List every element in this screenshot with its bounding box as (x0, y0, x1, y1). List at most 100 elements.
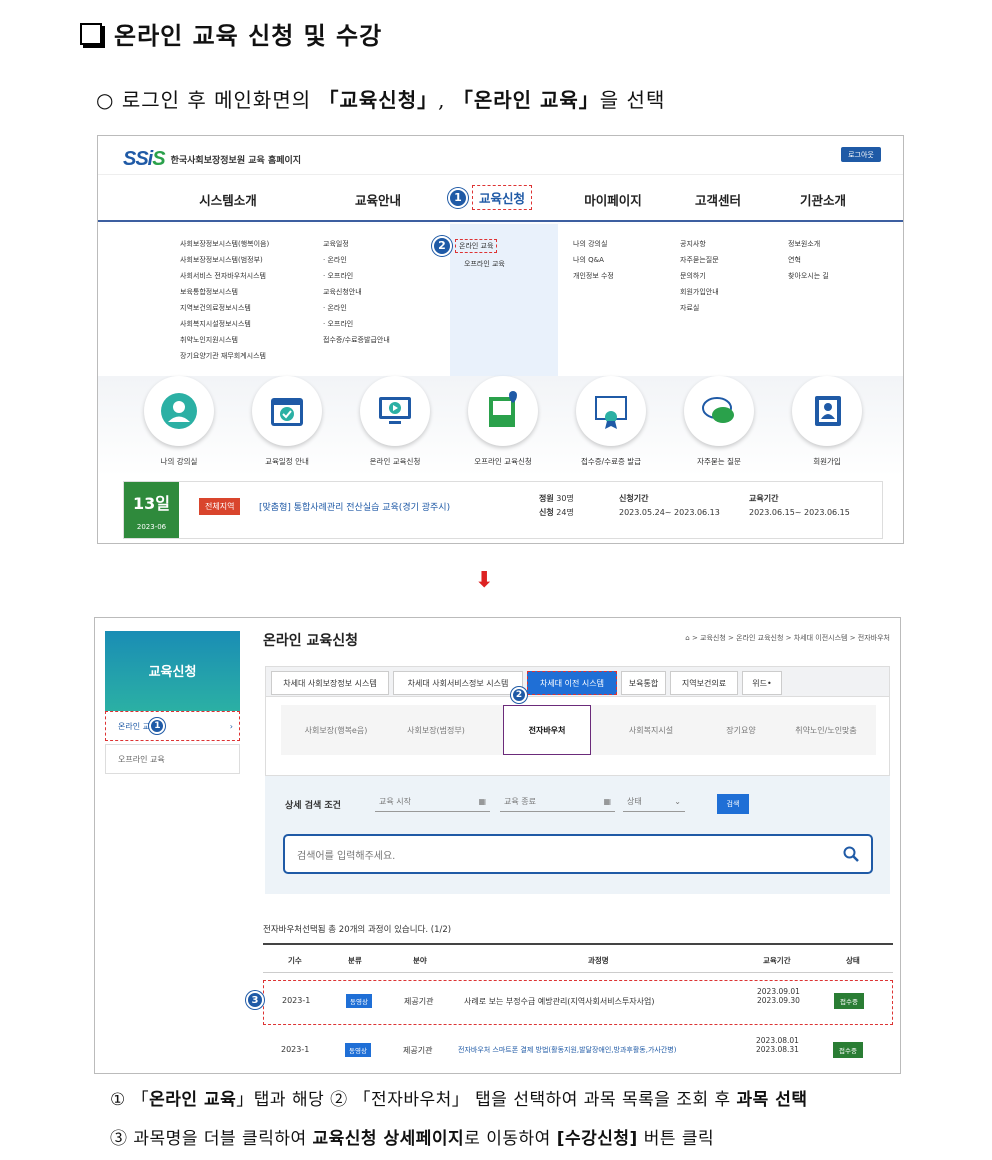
sidebar-title: 교육신청 (105, 631, 240, 711)
menu-item[interactable]: 접수증/수료증발급안내 (323, 332, 390, 348)
quick-offline-apply[interactable]: 오프라인 교육신청 (464, 376, 542, 467)
quick-my-classroom[interactable]: 나의 강의실 (140, 376, 218, 467)
chevron-right-icon: › (229, 721, 233, 731)
step-1-badge: 1 (149, 718, 166, 734)
nav-edu-apply[interactable]: 1 교육신청 (448, 185, 568, 210)
notebook-user-icon (815, 396, 841, 426)
down-arrow-icon: ⬇ (475, 568, 494, 593)
document-title: 온라인 교육 신청 및 수강 (80, 16, 382, 51)
course-title-link[interactable]: [맞춤형] 통합사례관리 전산실습 교육(경기 광주시) (259, 500, 450, 513)
step-3-badge: 3 (246, 991, 264, 1009)
circle-bullet-icon: ○ (96, 88, 122, 112)
menu-item[interactable]: 나의 강의실 (573, 236, 614, 252)
search-button[interactable]: 검색 (717, 794, 749, 814)
table-row[interactable]: 2023-1 동영상 제공기관 전자바우처 스마트폰 결제 방법(활동지원,발달… (263, 1030, 893, 1073)
step-2-badge: 2 (511, 687, 527, 703)
schedule-card[interactable]: 13일 2023-06 전체지역 [맞춤형] 통합사례관리 전산실습 교육(경기 … (123, 481, 883, 539)
book-heart-icon (489, 391, 517, 427)
menu-item[interactable]: 자주묻는질문 (680, 252, 719, 268)
tab-childcare[interactable]: 보육통합 (621, 671, 666, 695)
sub-tabs: 사회보장(행복e음) 사회보장(범정부) 전자바우처 사회복지시설 장기요양 취… (281, 705, 876, 755)
quick-schedule[interactable]: 교육일정 안내 (248, 376, 326, 467)
menu-item[interactable]: 개인정보 수정 (573, 268, 614, 284)
menu-item[interactable]: 사회보장정보시스템(범정부) (180, 252, 269, 268)
table-header: 기수 분류 분야 과정명 교육기간 상태 (263, 943, 893, 973)
nav-mypage[interactable]: 마이페이지 (558, 190, 668, 209)
main-page-screenshot: SSiS 한국사회보장정보원 교육 홈페이지 로그아웃 시스템소개 교육안내 1… (97, 135, 904, 544)
menu-item[interactable]: 찾아오시는 길 (788, 268, 829, 284)
menu-item[interactable]: 지역보건의료정보시스템 (180, 300, 269, 316)
menu-item[interactable]: 교육일정 (323, 236, 390, 252)
menu-item[interactable]: 자료실 (680, 300, 719, 316)
chevron-down-icon: ⌄ (674, 797, 681, 806)
menu-item[interactable]: 보육통합정보시스템 (180, 284, 269, 300)
menu-item[interactable]: · 오프라인 (323, 268, 390, 284)
site-logo[interactable]: SSiS 한국사회보장정보원 교육 홈페이지 (123, 148, 301, 171)
quick-online-apply[interactable]: 온라인 교육신청 (356, 376, 434, 467)
menu-item[interactable]: 회원가입안내 (680, 284, 719, 300)
menu-item[interactable]: 장기요양기관 재무회계시스템 (180, 348, 269, 364)
menu-item[interactable]: 취약노인지원시스템 (180, 332, 269, 348)
table-row[interactable]: 3 2023-1 동영상 제공기관 사례로 보는 부정수급 예방관리(지역사회서… (246, 980, 893, 1025)
menu-col-my: 나의 강의실 나의 Q&A 개인정보 수정 (573, 236, 614, 284)
course-name[interactable]: 전자바우처 스마트폰 결제 방법(활동지원,발달장애인,방과후활동,가사간병) (458, 1045, 676, 1055)
subtab-happy-e[interactable]: 사회보장(행복e음) (286, 705, 386, 755)
sidebar-item-online-edu[interactable]: 온라인 교육 1 › (105, 711, 240, 741)
course-name[interactable]: 사례로 보는 부정수급 예방관리(지역사회서비스투자사업) (464, 996, 655, 1007)
video-tag: 동영상 (346, 994, 372, 1008)
menu-item[interactable]: 문의하기 (680, 268, 719, 284)
menu-item[interactable]: · 오프라인 (323, 316, 390, 332)
tab-regional-health[interactable]: 지역보건의료 (670, 671, 738, 695)
result-count: 전자바우처선택됨 총 20개의 과정이 있습니다. (1/2) (263, 925, 452, 935)
menu-item[interactable]: 사회보장정보시스템(행복이음) (180, 236, 269, 252)
nav-customer-center[interactable]: 고객센터 (663, 190, 773, 209)
menu-item[interactable]: 나의 Q&A (573, 252, 614, 268)
menu-item[interactable]: 연혁 (788, 252, 829, 268)
caption-step-1-2: ① 「온라인 교육」탭과 해당 ② 「전자바우처」 탭을 선택하여 과목 목록을… (110, 1090, 808, 1110)
caption-step-3: ③ 과목명을 더블 클릭하여 교육신청 상세페이지로 이동하여 [수강신청] 버… (110, 1129, 715, 1149)
menu-item[interactable]: 공지사항 (680, 236, 719, 252)
menu-item[interactable]: · 온라인 (323, 300, 390, 316)
edu-period: 교육기간 2023.06.15~ 2023.06.15 (749, 494, 850, 517)
menu-item-offline-edu[interactable]: 오프라인 교육 (450, 256, 558, 272)
menu-col-org: 정보원소개 연혁 찾아오시는 길 (788, 236, 829, 284)
subtab-elderly-care[interactable]: 취약노인/노인맞춤 (776, 705, 876, 755)
breadcrumb: ⌂ > 교육신청 > 온라인 교육신청 > 차세대 이전시스템 > 전자바우처 (685, 634, 890, 642)
status-select[interactable]: 상태 ⌄ (623, 792, 685, 812)
subtab-e-voucher[interactable]: 전자바우처 (503, 705, 591, 755)
quick-certificate[interactable]: 접수증/수료증 발급 (572, 376, 650, 467)
menu-col-system: 사회보장정보시스템(행복이음) 사회보장정보시스템(범정부) 사회서비스 전자바… (180, 236, 269, 364)
end-date-field[interactable]: 교육 종료 ▦ (500, 792, 615, 812)
region-badge: 전체지역 (199, 498, 241, 515)
nav-system-intro[interactable]: 시스템소개 (173, 190, 283, 209)
online-apply-screenshot: 교육신청 온라인 교육 1 › 오프라인 교육 온라인 교육신청 ⌂ > 교육신… (94, 617, 901, 1074)
status-badge: 접수중 (834, 993, 864, 1009)
step-1-badge: 1 (448, 187, 468, 208)
chat-bubble-icon (702, 397, 734, 423)
menu-item[interactable]: 사회복지시설정보시스템 (180, 316, 269, 332)
menu-item[interactable]: 사회서비스 전자바우처시스템 (180, 268, 269, 284)
step-2-badge: 2 (432, 236, 452, 256)
menu-item-online-edu[interactable]: 2 온라인 교육 (432, 236, 558, 256)
tab-next-social-service[interactable]: 차세대 사회서비스정보 시스템 (393, 671, 523, 695)
subtab-welfare-facility[interactable]: 사회복지시설 (601, 705, 701, 755)
nav-edu-guide[interactable]: 교육안내 (323, 190, 433, 209)
quick-signup[interactable]: 회원가입 (788, 376, 866, 467)
nav-org-intro[interactable]: 기관소개 (768, 190, 878, 209)
subtab-government[interactable]: 사회보장(범정부) (386, 705, 486, 755)
quick-faq[interactable]: 자주묻는 질문 (680, 376, 758, 467)
search-input[interactable]: 검색어를 입력해주세요. (283, 834, 873, 874)
tab-legacy-system[interactable]: 차세대 이전 시스템 (527, 671, 617, 695)
menu-item[interactable]: 정보원소개 (788, 236, 829, 252)
tab-with[interactable]: 위드• (742, 671, 782, 695)
calendar-icon: ▦ (603, 797, 611, 806)
user-icon (161, 393, 197, 429)
logout-button[interactable]: 로그아웃 (841, 147, 881, 162)
ssis-logo-icon: SSiS (123, 148, 166, 170)
start-date-field[interactable]: 교육 시작 ▦ (375, 792, 490, 812)
tab-next-social-security[interactable]: 차세대 사회보장정보 시스템 (271, 671, 389, 695)
sidebar-item-offline-edu[interactable]: 오프라인 교육 (105, 744, 240, 774)
capacity-info: 정원 30명 신청 24명 (539, 494, 574, 517)
menu-item[interactable]: 교육신청안내 (323, 284, 390, 300)
menu-item[interactable]: · 온라인 (323, 252, 390, 268)
